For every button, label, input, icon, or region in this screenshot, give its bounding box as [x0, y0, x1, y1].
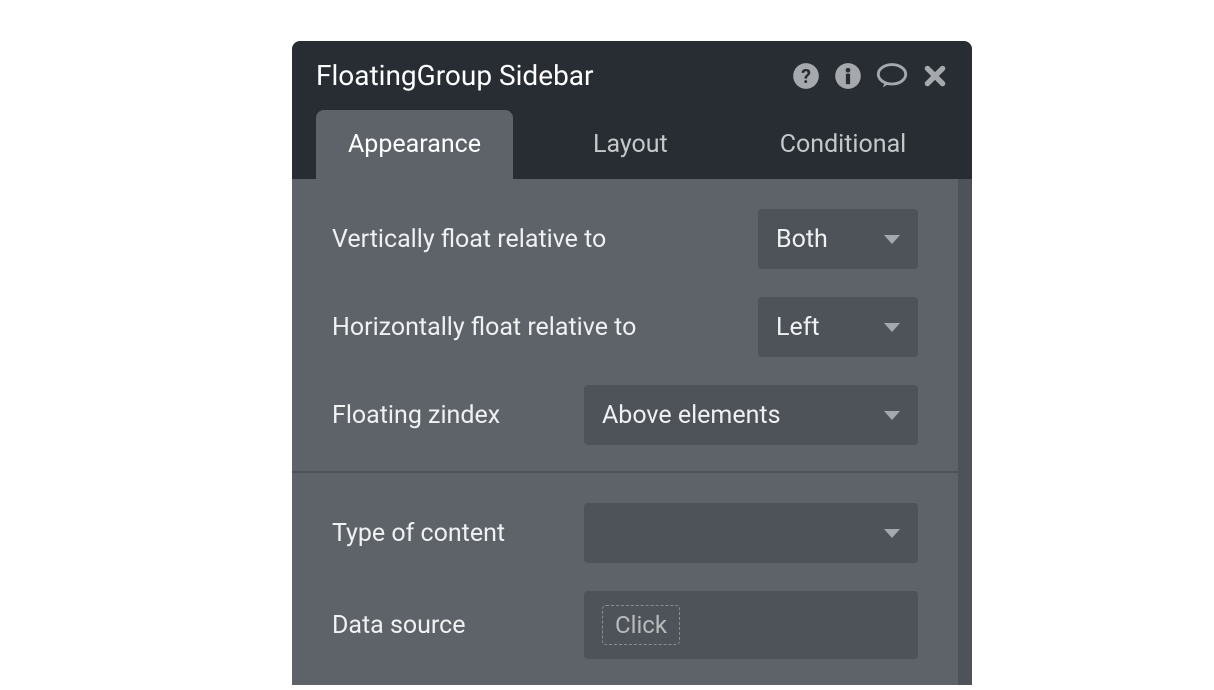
info-icon[interactable] — [834, 62, 862, 90]
panel-header: FloatingGroup Sidebar ? — [292, 41, 972, 110]
chevron-down-icon — [884, 411, 900, 420]
label-vertical-float: Vertically float relative to — [332, 225, 606, 254]
svg-text:?: ? — [801, 65, 811, 88]
chevron-down-icon — [884, 323, 900, 332]
tab-conditional[interactable]: Conditional — [748, 110, 939, 179]
label-data-source: Data source — [332, 611, 466, 640]
dropdown-horizontal-float[interactable]: Left — [758, 297, 918, 357]
row-data-source: Data source Click — [332, 591, 918, 659]
property-panel: FloatingGroup Sidebar ? — [292, 41, 972, 685]
help-icon[interactable]: ? — [792, 62, 820, 90]
label-type-of-content: Type of content — [332, 519, 505, 548]
scrollbar[interactable] — [958, 179, 972, 685]
comment-icon[interactable] — [876, 62, 908, 90]
section-content: Type of content Data source Click — [292, 471, 958, 685]
chevron-down-icon — [884, 235, 900, 244]
label-floating-zindex: Floating zindex — [332, 401, 500, 430]
label-horizontal-float: Horizontally float relative to — [332, 313, 636, 342]
dropdown-type-of-content[interactable] — [584, 503, 918, 563]
row-horizontal-float: Horizontally float relative to Left — [332, 297, 918, 357]
row-type-of-content: Type of content — [332, 503, 918, 563]
panel-body: Vertically float relative to Both Horizo… — [292, 179, 972, 685]
row-vertical-float: Vertically float relative to Both — [332, 209, 918, 269]
close-icon[interactable] — [922, 63, 948, 89]
dropdown-value: Both — [776, 225, 828, 254]
dropdown-floating-zindex[interactable]: Above elements — [584, 385, 918, 445]
dropdown-value: Left — [776, 313, 820, 342]
header-icons: ? — [792, 62, 948, 90]
tab-appearance[interactable]: Appearance — [316, 110, 513, 179]
tabs: Appearance Layout Conditional — [292, 110, 972, 179]
dropdown-vertical-float[interactable]: Both — [758, 209, 918, 269]
chevron-down-icon — [884, 529, 900, 538]
panel-title: FloatingGroup Sidebar — [316, 59, 594, 92]
input-data-source[interactable]: Click — [584, 591, 918, 659]
dropdown-value: Above elements — [602, 401, 781, 430]
tab-layout[interactable]: Layout — [561, 110, 700, 179]
input-placeholder: Click — [602, 605, 680, 645]
row-floating-zindex: Floating zindex Above elements — [332, 385, 918, 445]
panel-body-inner: Vertically float relative to Both Horizo… — [292, 179, 958, 685]
section-floating: Vertically float relative to Both Horizo… — [292, 179, 958, 471]
